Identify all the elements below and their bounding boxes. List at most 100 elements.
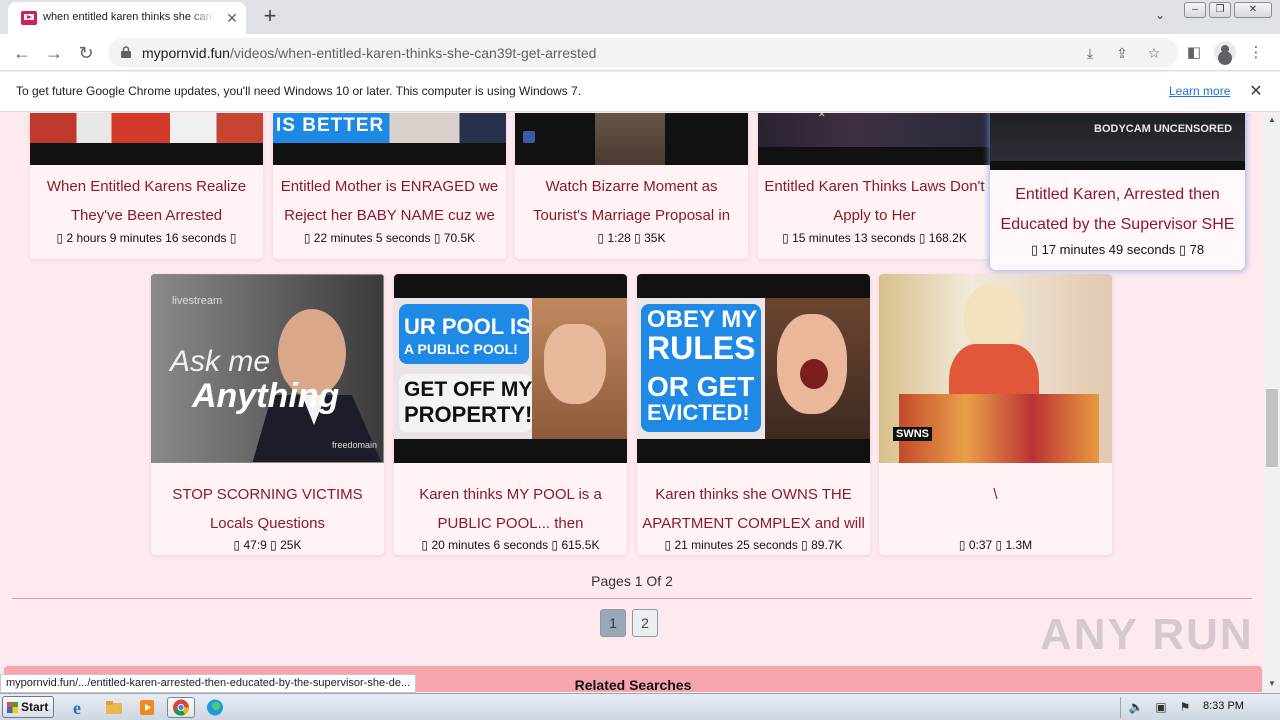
video-title[interactable]: Karen thinks she OWNS THE APARTMENT COMP… — [639, 480, 868, 538]
thumbnail-text-line3: GET OFF MY — [404, 378, 533, 401]
divider — [12, 598, 1252, 599]
start-label: Start — [21, 700, 49, 714]
star-icon[interactable]: ☆ — [1144, 43, 1164, 63]
scroll-down-icon[interactable]: ▼ — [1264, 677, 1280, 691]
thumbnail-text-line1: Ask me — [170, 345, 271, 378]
windows-taskbar: Start e 🔈 ▣ ⚑ 8:33 PM — [0, 693, 1280, 720]
video-title[interactable]: Entitled Mother is ENRAGED we Reject her… — [275, 172, 504, 230]
chrome-icon[interactable] — [167, 697, 195, 718]
video-meta: ▯ 47:9 ▯ 25K — [233, 538, 302, 552]
video-meta: ▯ 17 minutes 49 seconds ▯ 78 — [1030, 242, 1205, 257]
video-card[interactable]: IS BETTER Entitled Mother is ENRAGED we … — [273, 113, 506, 259]
tray-separator — [1120, 697, 1121, 718]
share-icon[interactable]: ⇪ — [1112, 43, 1132, 63]
learn-more-link[interactable]: Learn more — [1169, 84, 1230, 98]
video-thumbnail[interactable]: livestream Ask me Anything freedomain — [151, 274, 384, 463]
video-card[interactable]: OBEY MY RULES OR GET EVICTED! Karen thin… — [637, 274, 870, 555]
tab-close-icon[interactable]: ✕ — [223, 9, 241, 27]
side-panel-icon[interactable]: ◧ — [1183, 42, 1205, 64]
thumbnail-brand: freedomain — [332, 440, 378, 450]
restore-button[interactable]: ❐ — [1209, 2, 1231, 18]
video-title[interactable]: Karen thinks MY POOL is a PUBLIC POOL...… — [396, 480, 625, 538]
video-thumbnail[interactable]: SWNS — [879, 274, 1112, 463]
thumbnail-small-text: livestream — [172, 295, 223, 307]
video-meta: ▯ 15 minutes 13 seconds ▯ 168.2K — [782, 231, 967, 245]
url-path: /videos/when-entitled-karen-thinks-she-c… — [229, 45, 597, 61]
reload-icon[interactable]: ↻ — [72, 39, 100, 67]
video-thumbnail[interactable] — [515, 113, 748, 165]
thumbnail-text-line4: PROPERTY! — [404, 402, 533, 427]
forward-arrow-icon[interactable]: → — [40, 39, 68, 67]
video-thumbnail[interactable]: ✕ — [758, 113, 991, 165]
video-card[interactable]: livestream Ask me Anything freedomain ST… — [151, 274, 384, 555]
video-card[interactable]: SWNS \ ▯ 0:37 ▯ 1.3M — [879, 274, 1112, 555]
taskbar-clock[interactable]: 8:33 PM — [1203, 700, 1244, 712]
infobar-close-icon[interactable]: ✕ — [1247, 81, 1265, 101]
svg-text:e: e — [73, 698, 81, 718]
edge-icon[interactable] — [203, 697, 227, 718]
video-title[interactable]: When Entitled Karens Realize They've Bee… — [32, 172, 261, 230]
address-bar[interactable]: mypornvid.fun/videos/when-entitled-karen… — [108, 38, 1178, 67]
tab-search-icon[interactable]: ⌄ — [1150, 8, 1170, 26]
action-center-flag-icon[interactable]: ⚑ — [1177, 700, 1193, 715]
new-tab-button[interactable]: + — [257, 5, 283, 29]
lock-icon — [121, 46, 131, 58]
update-infobar: To get future Google Chrome updates, you… — [0, 72, 1280, 112]
tab-strip: when entitled karen thinks she can39t ge… — [0, 0, 1280, 34]
video-title[interactable]: STOP SCORNING VICTIMS Locals Questions — [153, 480, 382, 538]
video-card-hovered[interactable]: BODYCAM UNCENSORED Entitled Karen, Arres… — [990, 113, 1245, 270]
ie-icon[interactable]: e — [68, 697, 92, 718]
video-meta: ▯ 2 hours 9 minutes 16 seconds ▯ — [56, 231, 237, 245]
back-arrow-icon[interactable]: ← — [8, 39, 36, 67]
thumbnail-text: BODYCAM UNCENSORED — [1094, 123, 1233, 135]
video-card[interactable]: UR POOL IS A PUBLIC POOL! GET OFF MY PRO… — [394, 274, 627, 555]
video-meta: ▯ 22 minutes 5 seconds ▯ 70.5K — [303, 231, 476, 245]
profile-icon[interactable] — [1214, 41, 1236, 63]
browser-tab[interactable]: when entitled karen thinks she can39t ge… — [8, 2, 246, 34]
video-thumbnail[interactable]: UR POOL IS A PUBLIC POOL! GET OFF MY PRO… — [394, 274, 627, 463]
video-thumbnail[interactable] — [30, 113, 263, 165]
pagination-label: Pages 1 Of 2 — [591, 573, 673, 589]
tab-title: when entitled karen thinks she can39t ge… — [43, 11, 215, 23]
video-title[interactable]: Entitled Karen, Arrested then Educated b… — [992, 180, 1243, 240]
video-thumbnail[interactable]: BODYCAM UNCENSORED — [990, 113, 1245, 170]
start-button[interactable]: Start — [2, 696, 54, 718]
video-meta: ▯ 1:28 ▯ 35K — [597, 231, 666, 245]
minimize-button[interactable]: – — [1184, 2, 1206, 18]
page-button-1[interactable]: 1 — [600, 609, 626, 637]
video-card[interactable]: ✕ Entitled Karen Thinks Laws Don't Apply… — [758, 113, 991, 259]
video-meta: ▯ 20 minutes 6 seconds ▯ 615.5K — [421, 538, 600, 552]
thumbnail-text-line2: A PUBLIC POOL! — [404, 341, 518, 357]
scroll-up-icon[interactable]: ▲ — [1264, 113, 1280, 127]
media-player-icon[interactable] — [135, 697, 159, 718]
page-scrollbar[interactable]: ▲ ▼ — [1264, 113, 1280, 692]
thumbnail-text: IS BETTER — [276, 115, 385, 136]
video-title[interactable]: Entitled Karen Thinks Laws Don't Apply t… — [760, 172, 989, 230]
video-title[interactable]: \ — [881, 480, 1110, 538]
video-meta: ▯ 21 minutes 25 seconds ▯ 89.7K — [664, 538, 843, 552]
video-thumbnail[interactable]: IS BETTER — [273, 113, 506, 165]
url-text: mypornvid.fun/videos/when-entitled-karen… — [142, 45, 596, 61]
page-content: When Entitled Karens Realize They've Bee… — [0, 113, 1264, 692]
infobar-message: To get future Google Chrome updates, you… — [16, 84, 582, 98]
thumbnail-text-line1: UR POOL IS — [404, 314, 531, 339]
video-card[interactable]: Watch Bizarre Moment as Tourist's Marria… — [515, 113, 748, 259]
network-icon[interactable]: ▣ — [1153, 700, 1169, 715]
thumbnail-text-line2: RULES — [647, 330, 756, 366]
explorer-icon[interactable] — [102, 697, 126, 718]
video-meta: ▯ 0:37 ▯ 1.3M — [958, 538, 1033, 552]
kebab-menu-icon[interactable]: ⋮ — [1245, 42, 1267, 64]
thumbnail-text-line4: EVICTED! — [647, 400, 750, 425]
thumbnail-text-line3: OR GET — [647, 371, 755, 402]
download-icon[interactable]: ⤓ — [1080, 43, 1100, 63]
volume-icon[interactable]: 🔈 — [1128, 700, 1144, 715]
page-button-2[interactable]: 2 — [632, 609, 658, 637]
video-thumbnail[interactable]: OBEY MY RULES OR GET EVICTED! — [637, 274, 870, 463]
url-domain: mypornvid.fun — [142, 45, 230, 61]
site-favicon-icon — [21, 11, 37, 25]
scroll-thumb[interactable] — [1266, 389, 1278, 467]
thumbnail-logo: SWNS — [893, 427, 932, 441]
close-window-button[interactable]: ✕ — [1234, 2, 1272, 18]
video-title[interactable]: Watch Bizarre Moment as Tourist's Marria… — [517, 172, 746, 230]
video-card[interactable]: When Entitled Karens Realize They've Bee… — [30, 113, 263, 259]
